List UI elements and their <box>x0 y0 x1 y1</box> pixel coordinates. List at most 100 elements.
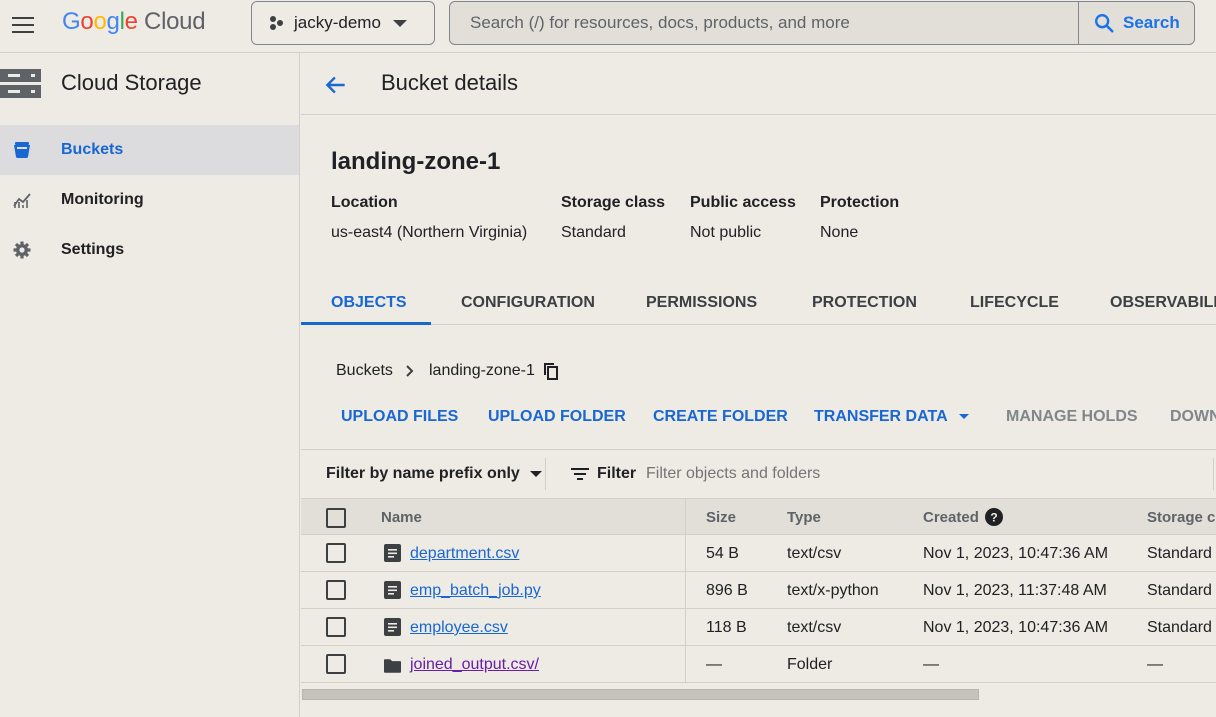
monitoring-icon <box>11 189 33 211</box>
horizontal-scrollbar[interactable] <box>301 687 1216 701</box>
table-row: department.csv 54 B text/csv Nov 1, 2023… <box>301 535 1216 572</box>
storage-class-label: Storage class <box>561 194 666 211</box>
back-arrow-icon[interactable] <box>323 72 349 98</box>
chevron-down-icon <box>530 470 543 477</box>
object-type: text/csv <box>787 545 842 562</box>
row-checkbox[interactable] <box>326 617 346 637</box>
tab-lifecycle[interactable]: LIFECYCLE <box>970 294 1059 312</box>
object-created: Nov 1, 2023, 10:47:36 AM <box>923 619 1109 636</box>
gear-icon <box>11 239 33 261</box>
tab-observability[interactable]: OBSERVABILITY <box>1110 294 1216 312</box>
table-header: Name Size Type Created ? Storage class <box>301 499 1216 535</box>
table-row: joined_output.csv/ — Folder — — <box>301 646 1216 683</box>
object-type: text/csv <box>787 619 842 636</box>
search-button[interactable]: Search <box>1078 2 1194 44</box>
filter-mode-select[interactable]: Filter by name prefix only <box>326 465 543 483</box>
row-checkbox[interactable] <box>326 654 346 674</box>
object-created: Nov 1, 2023, 10:47:36 AM <box>923 545 1109 562</box>
object-created: — <box>923 656 939 673</box>
tab-protection[interactable]: PROTECTION <box>812 294 917 312</box>
breadcrumb-buckets[interactable]: Buckets <box>336 362 393 380</box>
tab-configuration[interactable]: CONFIGURATION <box>461 294 595 312</box>
object-created: Nov 1, 2023, 11:37:48 AM <box>923 582 1107 599</box>
file-icon <box>384 581 401 599</box>
transfer-data-button[interactable]: TRANSFER DATA <box>814 408 970 426</box>
dropdown-caret-icon <box>959 414 970 420</box>
column-header-size[interactable]: Size <box>706 509 736 526</box>
filter-end-divider <box>1213 458 1214 490</box>
chevron-down-icon <box>392 19 407 27</box>
sidebar: Cloud Storage Buckets Monitoring Setting… <box>0 53 300 717</box>
location-label: Location <box>331 194 398 211</box>
sidebar-item-monitoring[interactable]: Monitoring <box>0 175 299 225</box>
public-access-value: Not public <box>690 224 762 241</box>
project-picker[interactable]: jacky-demo <box>251 1 435 45</box>
bucket-icon <box>11 139 33 161</box>
svg-text:?: ? <box>990 511 997 525</box>
column-header-name[interactable]: Name <box>381 509 422 526</box>
object-name-link[interactable]: emp_batch_job.py <box>410 582 541 600</box>
column-header-type[interactable]: Type <box>787 509 821 526</box>
help-icon[interactable]: ? <box>985 508 1003 526</box>
object-storage-class: Standard <box>1147 619 1212 636</box>
project-icon <box>268 15 284 31</box>
sidebar-item-buckets[interactable]: Buckets <box>0 125 299 175</box>
object-name-link[interactable]: employee.csv <box>410 619 508 637</box>
object-storage-class: — <box>1147 656 1163 673</box>
bucket-name: landing-zone-1 <box>331 148 501 175</box>
folder-name-link[interactable]: joined_output.csv/ <box>410 656 539 674</box>
filter-bar: Filter by name prefix only Filter <box>301 449 1216 499</box>
object-storage-class: Standard <box>1147 545 1212 562</box>
download-button[interactable]: DOWNLOAD <box>1170 408 1216 426</box>
select-all-checkbox[interactable] <box>326 508 346 528</box>
object-name-link[interactable]: department.csv <box>410 545 519 563</box>
storage-class-value: Standard <box>561 224 626 241</box>
upload-files-button[interactable]: UPLOAD FILES <box>341 408 458 426</box>
tab-objects[interactable]: OBJECTS <box>331 294 407 312</box>
object-size: — <box>706 656 722 673</box>
table-row: emp_batch_job.py 896 B text/x-python Nov… <box>301 572 1216 609</box>
object-size: 896 B <box>706 582 748 599</box>
upload-folder-button[interactable]: UPLOAD FOLDER <box>488 408 626 426</box>
protection-label: Protection <box>820 194 900 211</box>
tab-permissions[interactable]: PERMISSIONS <box>646 294 757 312</box>
file-icon <box>384 544 401 562</box>
protection-value: None <box>820 224 859 241</box>
row-checkbox[interactable] <box>326 543 346 563</box>
tab-bar: OBJECTS CONFIGURATION PERMISSIONS PROTEC… <box>301 280 1216 325</box>
sidebar-item-settings[interactable]: Settings <box>0 225 299 275</box>
search-icon <box>1095 14 1114 33</box>
create-folder-button[interactable]: CREATE FOLDER <box>653 408 788 426</box>
public-access-label: Public access <box>690 194 796 211</box>
object-size: 54 B <box>706 545 739 562</box>
page-title: Bucket details <box>381 70 518 95</box>
manage-holds-button[interactable]: MANAGE HOLDS <box>1006 408 1138 426</box>
cloud-storage-icon <box>0 69 41 98</box>
search-input[interactable] <box>450 2 1078 44</box>
copy-icon[interactable] <box>543 362 560 380</box>
filter-icon <box>571 468 589 480</box>
column-header-created[interactable]: Created <box>923 509 979 526</box>
object-type: Folder <box>787 656 833 673</box>
row-checkbox[interactable] <box>326 580 346 600</box>
filter-label: Filter <box>597 465 637 482</box>
google-cloud-logo[interactable]: Google Cloud <box>62 8 206 36</box>
chevron-right-icon <box>406 365 414 377</box>
filter-input[interactable] <box>646 460 1186 488</box>
page-header: Bucket details <box>301 53 1216 115</box>
location-value: us-east4 (Northern Virginia) <box>331 224 528 241</box>
name-column-divider <box>685 499 686 682</box>
active-tab-indicator <box>301 322 431 325</box>
sidebar-title: Cloud Storage <box>61 70 202 95</box>
object-storage-class: Standard <box>1147 582 1212 599</box>
main-menu-icon[interactable] <box>12 12 38 38</box>
column-header-storage-class[interactable]: Storage class <box>1147 509 1216 526</box>
file-icon <box>384 618 401 636</box>
folder-icon <box>384 659 401 673</box>
top-bar: Google Cloud jacky-demo Search <box>0 0 1216 53</box>
object-type: text/x-python <box>787 582 879 599</box>
filter-divider <box>545 458 546 490</box>
table-row: employee.csv 118 B text/csv Nov 1, 2023,… <box>301 609 1216 646</box>
breadcrumb-current: landing-zone-1 <box>429 362 535 379</box>
scrollbar-thumb[interactable] <box>302 689 979 700</box>
